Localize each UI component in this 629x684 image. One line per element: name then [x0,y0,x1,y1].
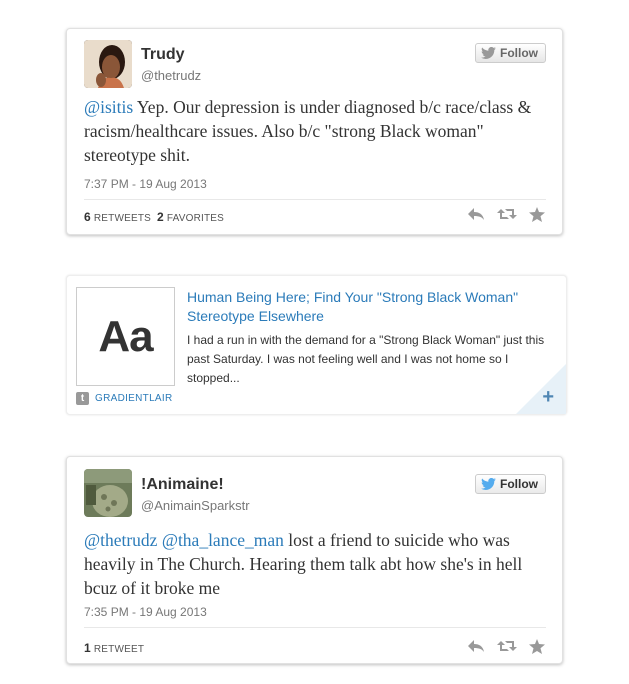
tweet-timestamp[interactable]: 7:35 PM - 19 Aug 2013 [84,605,207,619]
divider [84,627,546,628]
follow-button[interactable]: Follow [475,43,546,63]
tweet-card-animaine: !Animaine! @AnimainSparkstr Follow @thet… [66,456,563,664]
tweet-actions [467,207,545,222]
user-handle[interactable]: @AnimainSparkstr [141,498,250,513]
favorite-star-icon[interactable] [529,207,545,222]
favorite-count[interactable]: 2 [157,210,164,224]
source-label: GRADIENTLAIR [95,393,173,404]
retweet-icon[interactable] [497,639,517,653]
tweet-text: @thetrudz @tha_lance_man lost a friend t… [84,528,546,600]
tweet-stats: 1 RETWEET [84,641,144,655]
tweet-timestamp[interactable]: 7:37 PM - 19 Aug 2013 [84,177,207,191]
link-title[interactable]: Human Being Here; Find Your "Strong Blac… [187,288,552,326]
avatar[interactable] [84,469,132,517]
user-name[interactable]: Trudy [141,46,185,64]
retweet-icon[interactable] [497,207,517,221]
reply-icon[interactable] [467,207,485,221]
favorite-label[interactable]: FAVORITES [167,213,224,224]
twitter-bird-icon [481,47,496,59]
reply-icon[interactable] [467,639,485,653]
tweet-body: Yep. Our depression is under diagnosed b… [84,97,532,165]
plus-icon: + [542,386,554,408]
mention-link[interactable]: @tha_lance_man [162,530,284,550]
user-name[interactable]: !Animaine! [141,476,224,494]
tweet-card-trudy: Trudy @thetrudz Follow @isitis Yep. Our … [66,28,563,235]
retweet-count[interactable]: 1 [84,641,91,655]
expand-corner[interactable]: + [516,364,566,414]
tweet-actions [467,639,545,654]
user-handle[interactable]: @thetrudz [141,68,201,83]
retweet-label[interactable]: RETWEET [94,644,144,655]
follow-label: Follow [500,46,538,60]
link-source[interactable]: t GRADIENTLAIR [76,392,173,405]
follow-button[interactable]: Follow [475,474,546,494]
avatar[interactable] [84,40,132,88]
avatar-photo-icon [84,40,132,88]
avatar-photo-icon [84,469,132,517]
favorite-star-icon[interactable] [529,639,545,654]
link-thumbnail[interactable]: Aa [76,287,175,386]
link-preview-card[interactable]: Aa Human Being Here; Find Your "Strong B… [66,275,567,415]
divider [84,199,546,200]
tweet-text: @isitis Yep. Our depression is under dia… [84,95,546,167]
retweet-label[interactable]: RETWEETS [94,213,151,224]
link-excerpt: I had a run in with the demand for a "St… [187,333,545,385]
twitter-bird-icon [481,478,496,490]
mention-link[interactable]: @thetrudz [84,530,157,550]
follow-label: Follow [500,477,538,491]
thumbnail-text: Aa [98,311,153,361]
mention-link[interactable]: @isitis [84,97,133,117]
corner-fold-icon [516,364,566,414]
tumblr-icon: t [76,392,89,405]
tweet-stats: 6 RETWEETS 2 FAVORITES [84,210,224,224]
retweet-count[interactable]: 6 [84,210,91,224]
